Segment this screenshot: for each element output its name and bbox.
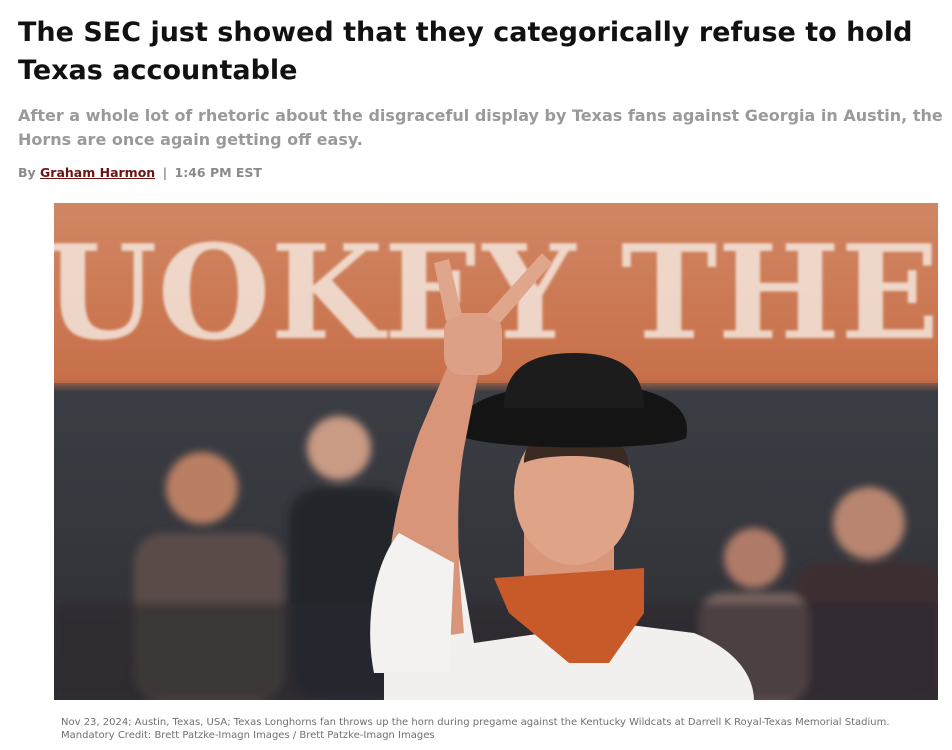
byline: By Graham Harmon | 1:46 PM EST xyxy=(18,165,262,180)
article-subheadline: After a whole lot of rhetoric about the … xyxy=(18,106,943,149)
photo-illustration: UOKEY THE C xyxy=(54,203,938,700)
hand xyxy=(444,313,502,375)
article-headline: The SEC just showed that they categorica… xyxy=(18,17,913,86)
article-photo: UOKEY THE C xyxy=(54,203,938,700)
photo-caption: Nov 23, 2024; Austin, Texas, USA; Texas … xyxy=(61,717,890,741)
author-link[interactable]: Graham Harmon xyxy=(40,165,155,180)
publish-time: 1:46 PM EST xyxy=(174,165,262,180)
byline-separator: | xyxy=(162,165,168,180)
byline-prefix: By xyxy=(18,165,36,180)
